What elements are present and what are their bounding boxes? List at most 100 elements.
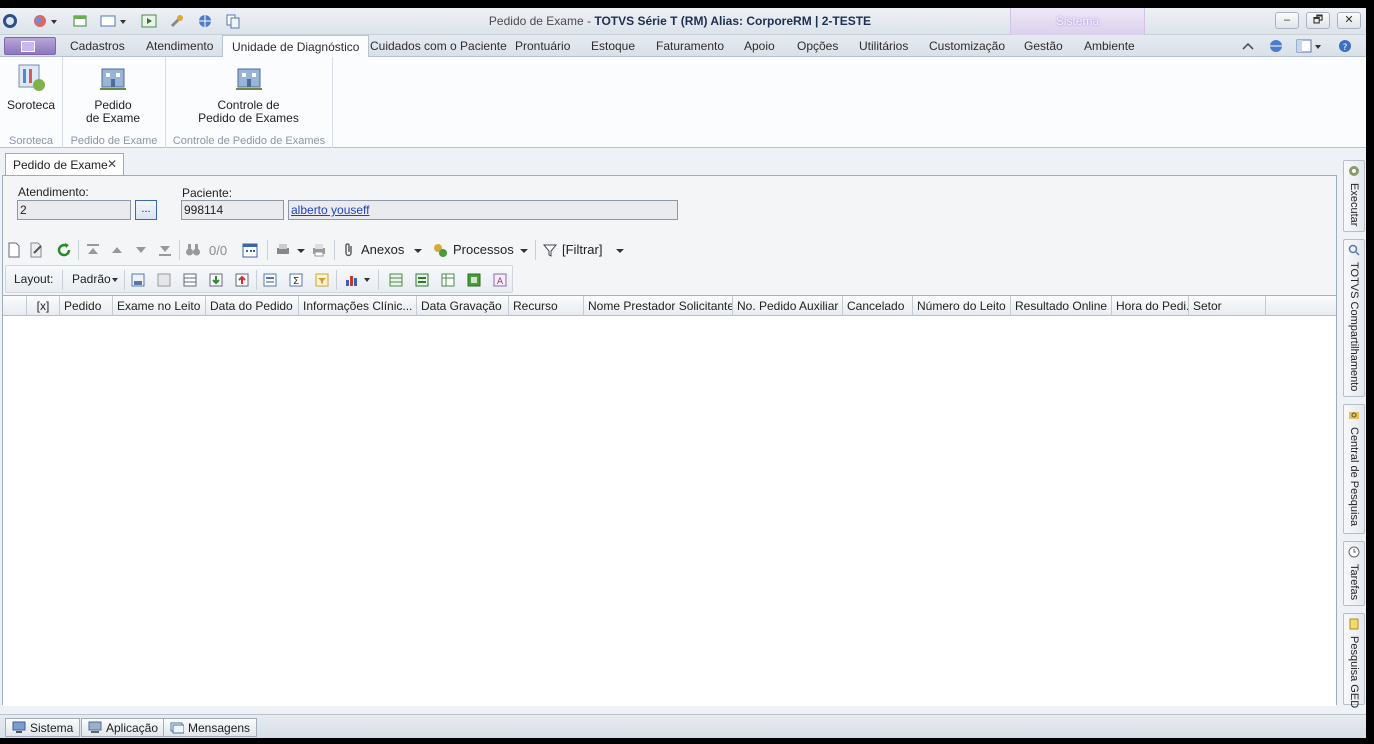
col-informacoes-clinicas[interactable]: Informações Clínic... [299, 296, 417, 316]
tab-customizacao[interactable]: Customização [929, 39, 1005, 53]
window-options-dropdown-icon[interactable] [1315, 45, 1321, 49]
restore-button[interactable]: 🗗 [1306, 12, 1330, 29]
globe-icon[interactable] [197, 13, 213, 29]
col-pedido[interactable]: Pedido [60, 296, 113, 316]
tab-prontuario[interactable]: Prontuário [515, 39, 570, 53]
col-exame-no-leito[interactable]: Exame no Leito [113, 296, 206, 316]
group-by-icon[interactable] [262, 272, 278, 288]
atendimento-lookup-button[interactable]: ... [135, 200, 157, 220]
side-tab-pesquisa-ged[interactable]: Pesquisa GED [1343, 613, 1365, 708]
print-setup-dropdown-icon[interactable] [297, 249, 305, 253]
processos-dropdown-icon[interactable] [520, 249, 528, 253]
delete-layout-icon[interactable] [156, 272, 172, 288]
window-options-icon[interactable] [1296, 39, 1312, 53]
layout-dropdown-icon[interactable] [112, 278, 118, 282]
controle-de-pedido-de-exames-button[interactable]: Controle de Pedido de Exames [196, 61, 301, 125]
col-numero-do-leito[interactable]: Número do Leito [913, 296, 1011, 316]
refresh-icon[interactable] [56, 242, 72, 258]
anexos-button[interactable]: Anexos [361, 242, 404, 257]
soroteca-button[interactable]: Soroteca [2, 61, 60, 112]
tab-cuidados-com-o-paciente[interactable]: Cuidados com o Paciente [370, 39, 507, 53]
paciente-codigo-input[interactable] [181, 200, 284, 220]
processos-button[interactable]: Processos [453, 242, 514, 257]
close-button[interactable]: ✕ [1337, 12, 1361, 29]
export-excel-icon[interactable] [466, 272, 482, 288]
tab-cadastros[interactable]: Cadastros [70, 39, 125, 53]
side-tab-central-de-pesquisa[interactable]: Central de Pesquisa [1343, 404, 1365, 534]
new-record-icon[interactable] [6, 242, 22, 258]
tab-utilitarios[interactable]: Utilitários [859, 39, 908, 53]
minimize-button[interactable]: – [1275, 12, 1299, 29]
binoculars-icon[interactable] [185, 242, 201, 258]
help-icon[interactable]: ? [1337, 39, 1353, 53]
save-layout-icon[interactable] [130, 272, 146, 288]
quick-access-dropdown-icon[interactable] [51, 20, 57, 24]
app-logo-icon[interactable] [2, 13, 18, 29]
pedido-de-exame-button[interactable]: Pedido de Exame [78, 61, 148, 125]
layout-select[interactable]: Padrão [72, 272, 111, 286]
chart-dropdown-icon[interactable] [364, 278, 370, 282]
first-record-icon[interactable] [85, 242, 101, 258]
context-tab-sistema[interactable]: Sistema [1010, 8, 1145, 35]
calendar-view-icon[interactable] [242, 242, 258, 258]
export-grid-icon[interactable] [388, 272, 404, 288]
window-layout-icon[interactable] [100, 13, 116, 29]
col-data-do-pedido[interactable]: Data do Pedido [206, 296, 299, 316]
document-tab-pedido-de-exame[interactable]: Pedido de Exame ✕ [5, 153, 124, 175]
tab-unidade-de-diagnostico[interactable]: Unidade de Diagnóstico [222, 35, 370, 58]
col-cancelado[interactable]: Cancelado [843, 296, 913, 316]
globe-help-icon[interactable] [1268, 39, 1284, 53]
import-layout-icon[interactable] [208, 272, 224, 288]
status-mensagens-button[interactable]: Mensagens [163, 718, 258, 737]
tab-apoio[interactable]: Apoio [744, 39, 775, 53]
col-hora-do-pedido[interactable]: Hora do Pedi... [1112, 296, 1189, 316]
run-icon[interactable] [141, 13, 157, 29]
edit-record-icon[interactable] [28, 242, 44, 258]
col-setor[interactable]: Setor [1189, 296, 1266, 316]
export-text-icon[interactable]: A [492, 272, 508, 288]
status-sistema-button[interactable]: Sistema [5, 718, 81, 737]
tab-opcoes[interactable]: Opções [797, 39, 838, 53]
export-list-icon[interactable] [414, 272, 430, 288]
export-table-icon[interactable] [440, 272, 456, 288]
tab-ambiente[interactable]: Ambiente [1084, 39, 1135, 53]
tab-estoque[interactable]: Estoque [591, 39, 635, 53]
previous-record-icon[interactable] [109, 242, 125, 258]
collapse-ribbon-icon[interactable] [1240, 39, 1256, 53]
status-aplicacao-button[interactable]: Aplicação [81, 718, 166, 737]
next-record-icon[interactable] [133, 242, 149, 258]
filtrar-dropdown-icon[interactable] [616, 249, 624, 253]
filtrar-button[interactable]: [Filtrar] [562, 242, 602, 257]
color-settings-icon[interactable] [32, 13, 48, 29]
col-nome-prestador-solicitante[interactable]: Nome Prestador Solicitante [584, 296, 733, 316]
tab-atendimento[interactable]: Atendimento [146, 39, 213, 53]
print-icon[interactable] [311, 242, 327, 258]
grid-body-empty[interactable] [3, 317, 1336, 706]
paciente-nome-link[interactable] [288, 200, 678, 220]
tab-faturamento[interactable]: Faturamento [656, 39, 724, 53]
last-record-icon[interactable] [157, 242, 173, 258]
new-window-icon[interactable] [72, 13, 88, 29]
side-tab-totvs-compartilhamento[interactable]: TOTVS Compartilhamento [1343, 239, 1365, 397]
copy-icon[interactable] [225, 13, 241, 29]
filter-editor-icon[interactable] [314, 272, 330, 288]
col-data-gravacao[interactable]: Data Gravação [417, 296, 509, 316]
tab-gestao[interactable]: Gestão [1024, 39, 1063, 53]
col-recurso[interactable]: Recurso [509, 296, 584, 316]
tools-icon[interactable] [169, 13, 185, 29]
application-menu-button[interactable] [4, 37, 56, 55]
col-select-all[interactable]: [x] [27, 296, 60, 316]
chart-icon[interactable] [344, 272, 360, 288]
col-no-pedido-auxiliar[interactable]: No. Pedido Auxiliar [733, 296, 843, 316]
summary-sigma-icon[interactable]: Σ [288, 272, 304, 288]
print-setup-icon[interactable] [275, 242, 291, 258]
atendimento-input[interactable] [17, 200, 131, 220]
anexos-dropdown-icon[interactable] [414, 249, 422, 253]
export-layout-icon[interactable] [234, 272, 250, 288]
col-resultado-online[interactable]: Resultado Online [1011, 296, 1112, 316]
side-tab-executar[interactable]: Executar [1343, 160, 1365, 232]
layout-dropdown-icon[interactable] [120, 20, 126, 24]
close-tab-icon[interactable]: ✕ [107, 157, 117, 171]
side-tab-tarefas[interactable]: Tarefas [1343, 541, 1365, 606]
layout-columns-icon[interactable] [182, 272, 198, 288]
